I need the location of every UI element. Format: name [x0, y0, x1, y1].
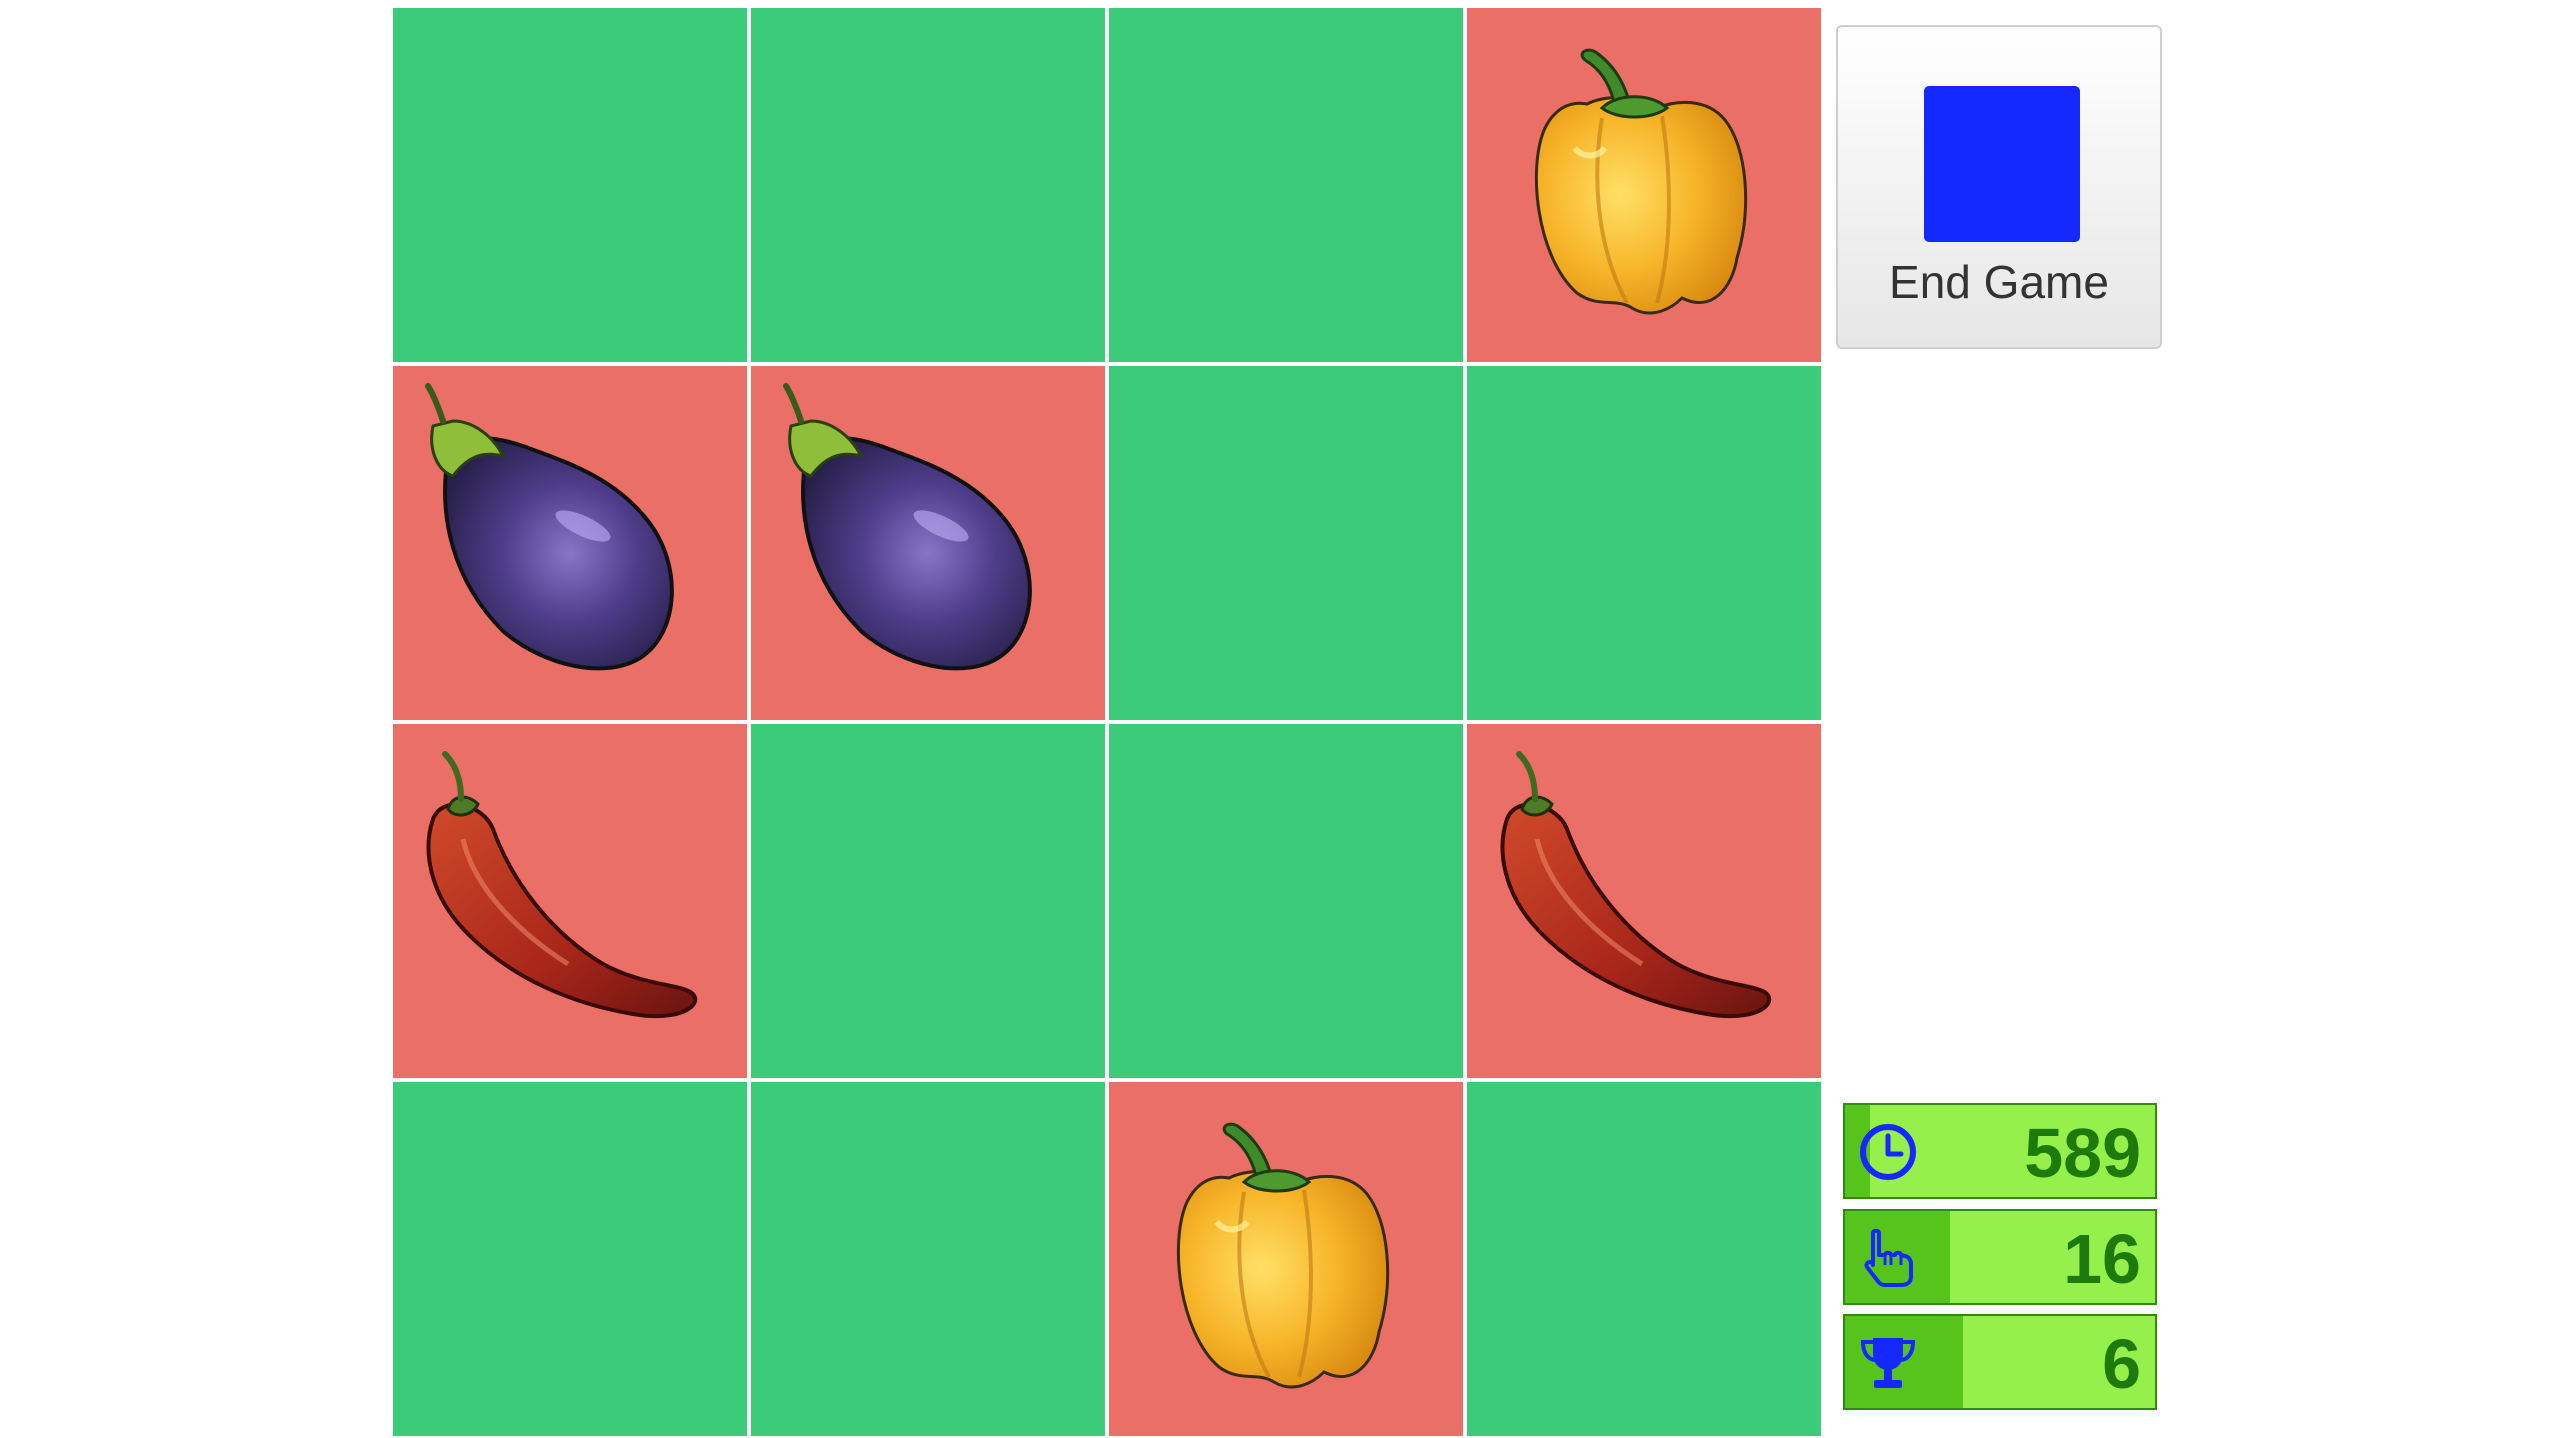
matches-counter: 6: [1843, 1314, 2157, 1410]
tile-5[interactable]: [393, 366, 747, 720]
tile-10[interactable]: [751, 724, 1105, 1078]
bell-pepper-image: [1534, 48, 1748, 315]
eggplant-image: [425, 383, 674, 671]
tile-6[interactable]: [751, 366, 1105, 720]
tile-8[interactable]: [1467, 366, 1821, 720]
moves-value: 16: [2063, 1220, 2141, 1298]
tile-7[interactable]: [1109, 366, 1463, 720]
tile-1[interactable]: [393, 8, 747, 362]
tile-13[interactable]: [393, 1082, 747, 1436]
matches-value: 6: [2102, 1325, 2141, 1403]
clock-icon: [1860, 1124, 1916, 1180]
end-game-label: End Game: [1889, 256, 2109, 308]
eggplant-image: [783, 383, 1032, 671]
tile-11[interactable]: [1109, 724, 1463, 1078]
chili-pepper-image: [426, 751, 697, 1019]
trophy-icon: [1860, 1338, 1916, 1388]
tile-16[interactable]: [1467, 1082, 1821, 1436]
timer-counter: 589: [1843, 1103, 2157, 1199]
tile-2[interactable]: [751, 8, 1105, 362]
tile-9[interactable]: [393, 724, 747, 1078]
end-game-button[interactable]: End Game: [1836, 25, 2162, 349]
pointing-hand-icon: [1864, 1228, 1913, 1287]
chili-pepper-image: [1500, 751, 1771, 1019]
tile-3[interactable]: [1109, 8, 1463, 362]
color-swatch: [1924, 86, 2080, 242]
bell-pepper-image: [1176, 1122, 1390, 1389]
tile-4[interactable]: [1467, 8, 1821, 362]
tile-14[interactable]: [751, 1082, 1105, 1436]
moves-counter: 16: [1843, 1209, 2157, 1305]
timer-value: 589: [2024, 1114, 2141, 1192]
tile-15[interactable]: [1109, 1082, 1463, 1436]
game-board: [393, 8, 1827, 1438]
tile-12[interactable]: [1467, 724, 1821, 1078]
